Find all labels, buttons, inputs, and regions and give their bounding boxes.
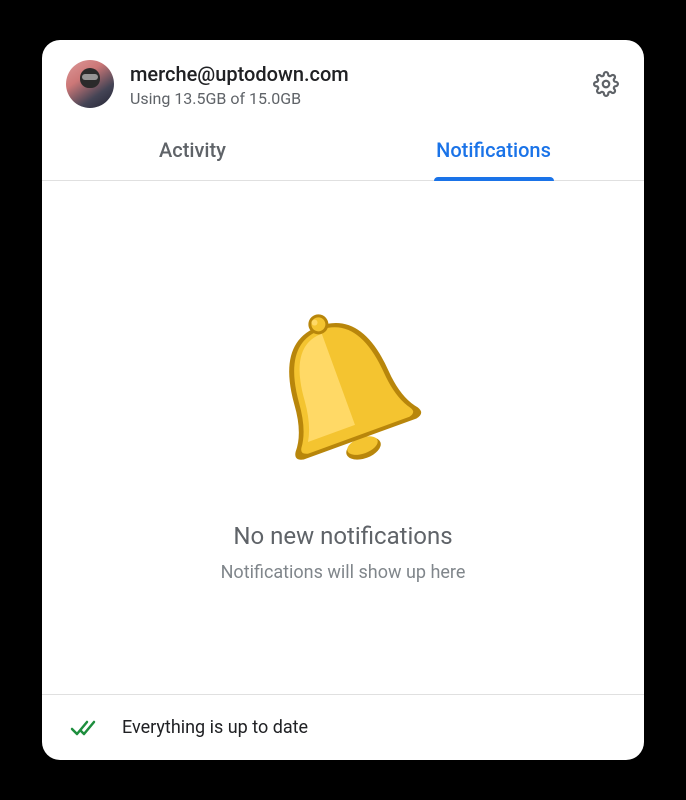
notifications-panel: merche@uptodown.com Using 13.5GB of 15.0… xyxy=(42,40,644,760)
bell-icon xyxy=(243,292,443,492)
status-text: Everything is up to date xyxy=(122,717,308,738)
avatar[interactable] xyxy=(66,60,114,108)
empty-title: No new notifications xyxy=(233,522,452,550)
account-header: merche@uptodown.com Using 13.5GB of 15.0… xyxy=(42,40,644,120)
empty-state: No new notifications Notifications will … xyxy=(42,181,644,694)
tab-bar: Activity Notifications xyxy=(42,120,644,181)
settings-button[interactable] xyxy=(592,70,620,98)
tab-activity[interactable]: Activity xyxy=(42,120,343,180)
gear-icon xyxy=(593,71,619,97)
status-footer: Everything is up to date xyxy=(42,694,644,760)
account-email: merche@uptodown.com xyxy=(130,61,576,87)
empty-subtitle: Notifications will show up here xyxy=(221,562,466,583)
tab-notifications[interactable]: Notifications xyxy=(343,120,644,180)
account-info: merche@uptodown.com Using 13.5GB of 15.0… xyxy=(130,61,576,108)
storage-usage: Using 13.5GB of 15.0GB xyxy=(130,89,576,108)
double-check-icon xyxy=(70,718,98,738)
